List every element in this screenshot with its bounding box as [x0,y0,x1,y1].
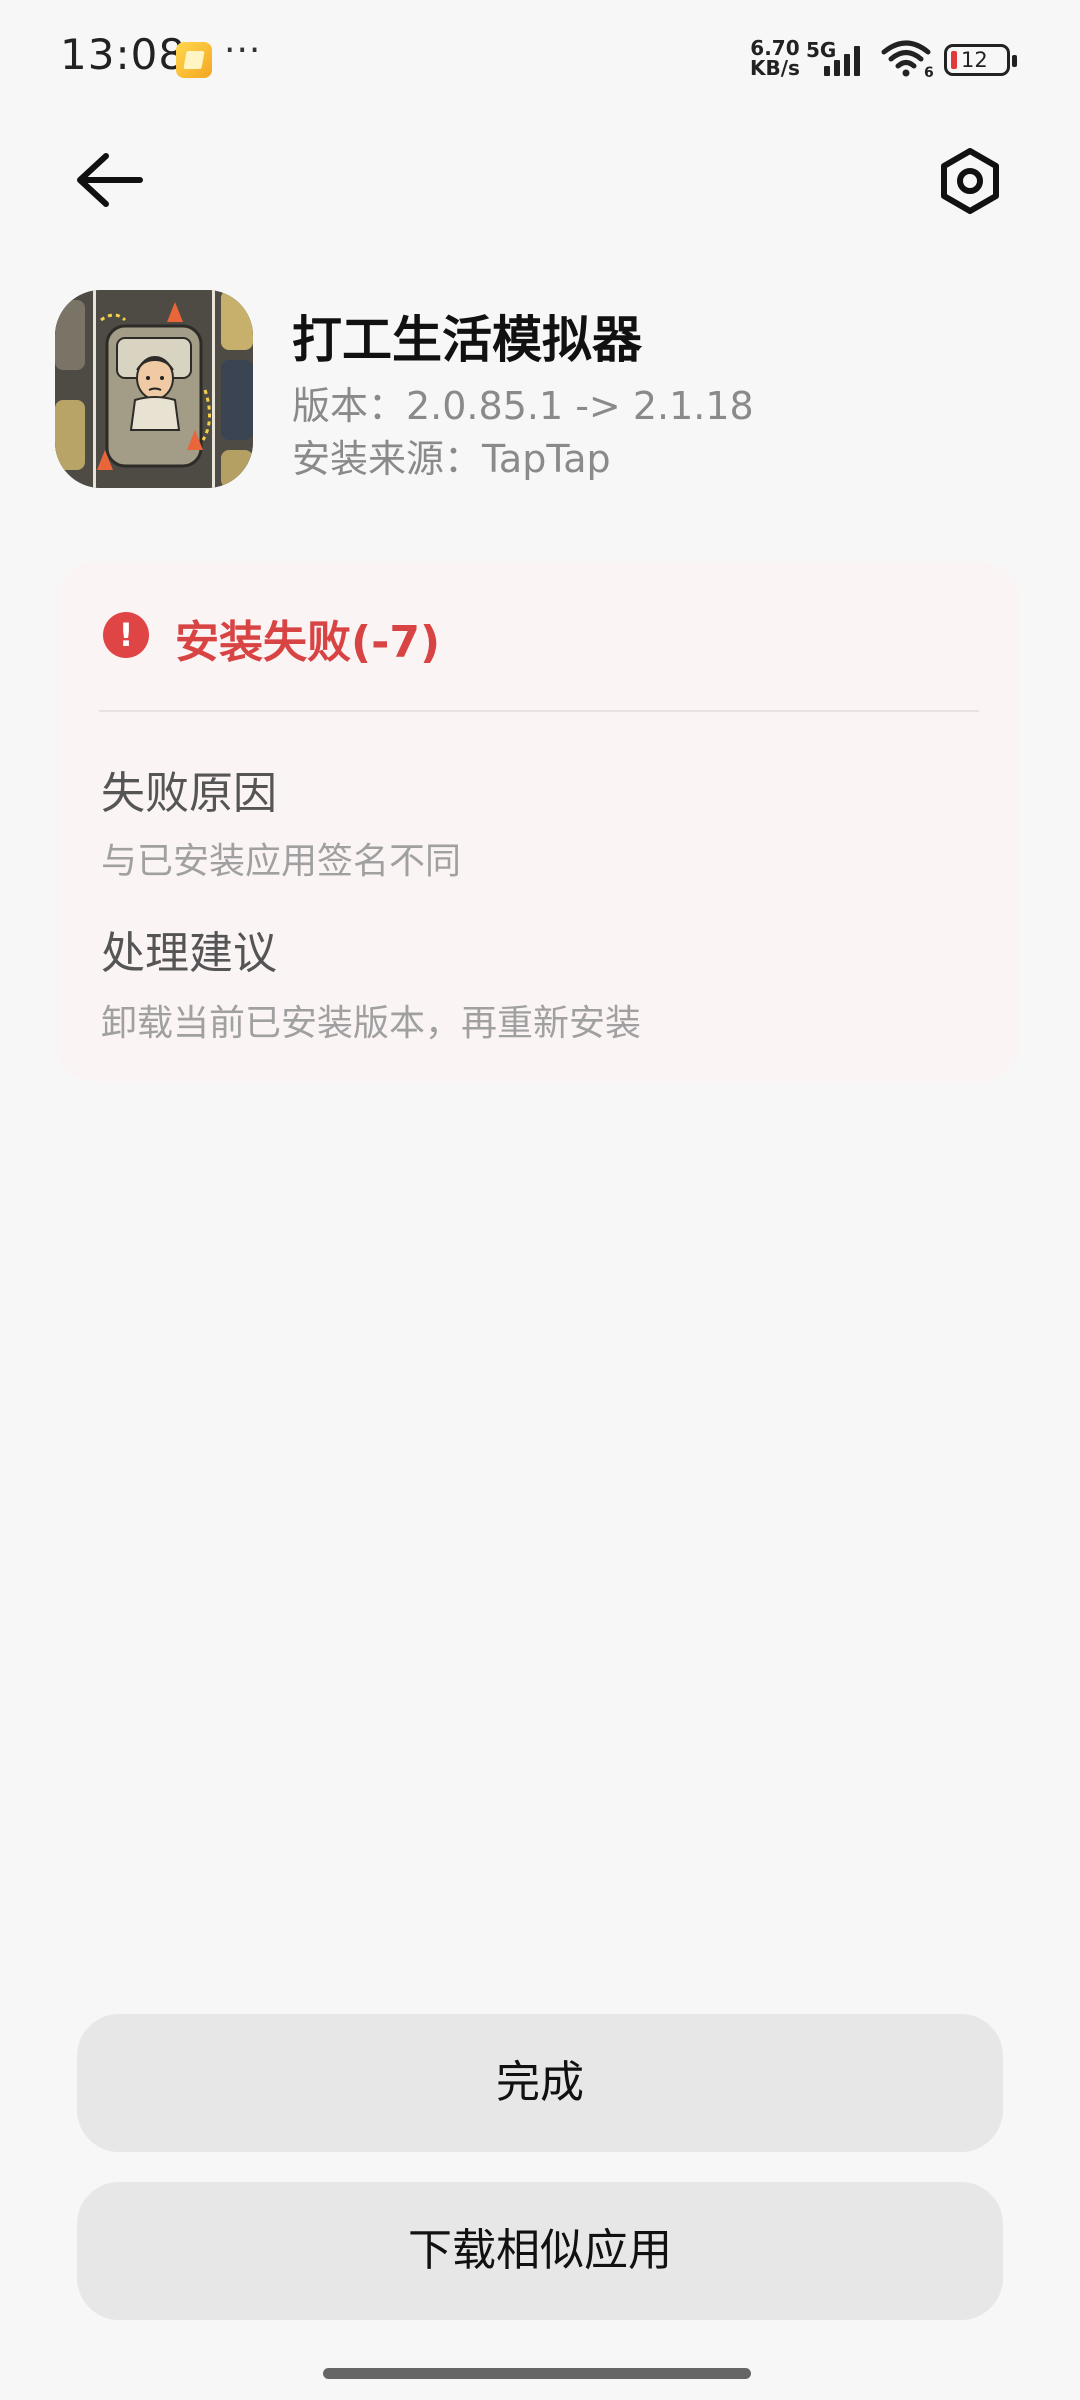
error-card: ! 安装失败(-7) 失败原因 与已安装应用签名不同 处理建议 卸载当前已安装版… [55,562,1020,1082]
error-title: 安装失败(-7) [175,617,441,668]
status-time: 13:08 [60,30,187,79]
battery-level [951,51,957,69]
failure-reason-text: 与已安装应用签名不同 [101,841,462,882]
failure-reason-label: 失败原因 [101,768,277,819]
network-speed-value: 6.70 [750,36,800,60]
network-speed-unit: KB/s [750,56,800,80]
more-notifications-icon: ··· [224,30,262,71]
install-result-screen: 13:08 ··· 6.70 KB/s 5G 6 12 打工生活模拟器 版本：2… [0,0,1080,2400]
advice-label: 处理建议 [101,928,277,979]
status-bar: 13:08 ··· 6.70 KB/s 5G 6 12 [0,0,1080,120]
settings-button[interactable] [934,145,1006,217]
download-similar-apps-button[interactable]: 下载相似应用 [77,2182,1003,2320]
battery-percent: 12 [961,48,988,72]
app-icon [55,290,253,488]
network-speed: 6.70 KB/s [750,38,800,78]
wifi-badge: 6 [924,65,934,78]
settings-icon [941,148,999,214]
app-name: 打工生活模拟器 [292,311,642,369]
exclamation-circle-icon: ! [103,612,149,658]
wifi-icon: 6 [881,40,934,78]
home-indicator[interactable] [323,2368,751,2379]
app-version: 版本：2.0.85.1 -> 2.1.18 [292,384,754,428]
advice-text: 卸载当前已安装版本，再重新安装 [101,1003,642,1044]
install-source: 安装来源：TapTap [292,437,611,481]
arrow-left-icon [77,153,143,207]
divider [99,710,979,712]
done-button[interactable]: 完成 [77,2014,1003,2152]
signal-icon [824,46,860,76]
app-icon-artwork [55,290,253,488]
battery-icon: 12 [944,44,1017,76]
notes-app-icon [176,42,212,78]
back-button[interactable] [70,145,150,215]
